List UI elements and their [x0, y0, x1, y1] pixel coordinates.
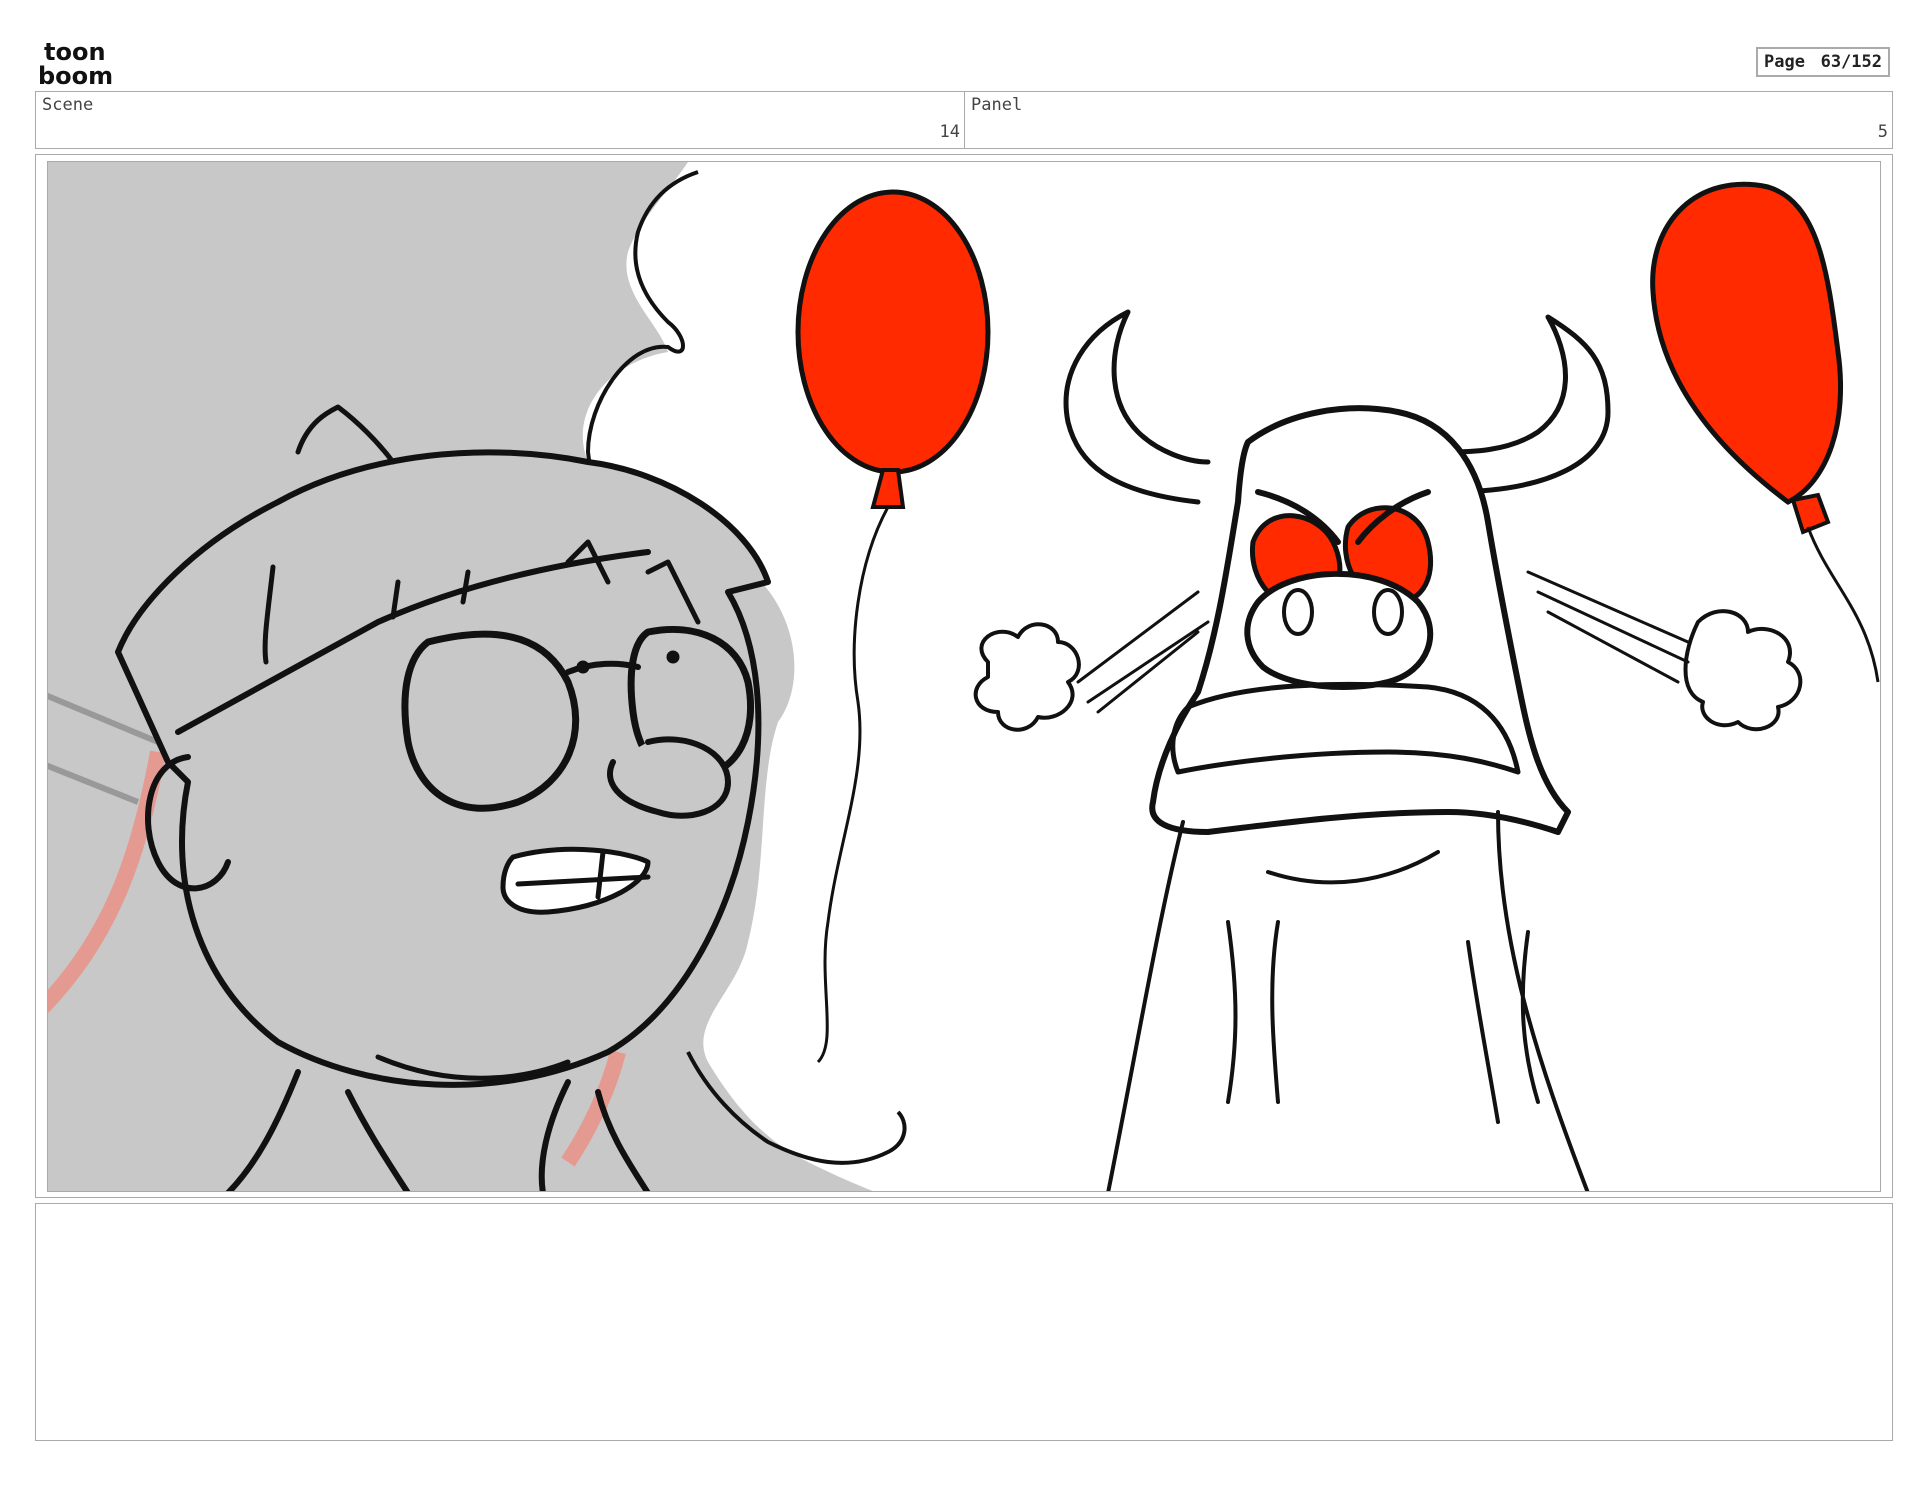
scene-value: 14	[939, 122, 960, 142]
red-balloon-right	[1650, 181, 1880, 683]
boy-pupil-right	[666, 650, 680, 664]
storyboard-drawing	[48, 162, 1880, 1191]
panel-notes-area[interactable]	[35, 1203, 1893, 1441]
scene-cell: Scene 14	[36, 92, 965, 148]
logo-text-bottom: boom	[38, 62, 113, 88]
page-label: Page	[1764, 52, 1805, 72]
bull-steam-left	[973, 622, 1081, 732]
bull-snout	[1244, 570, 1434, 690]
boy-pupil-left	[576, 660, 590, 674]
red-balloon-left	[795, 189, 991, 1064]
bull-steam-right	[1683, 609, 1803, 732]
scene-label: Scene	[42, 95, 94, 115]
toon-boom-logo: toon boom	[38, 38, 113, 88]
bull-horn-left	[1063, 309, 1211, 505]
bull-character	[973, 309, 1803, 1191]
panel-label: Panel	[971, 95, 1023, 115]
storyboard-frame	[47, 161, 1881, 1192]
bull-steam-lines-left	[1076, 590, 1210, 714]
panel-cell: Panel 5	[965, 92, 1892, 148]
bull-steam-lines-right	[1526, 570, 1690, 684]
bull-neck	[1106, 810, 1590, 1191]
scene-panel-header: Scene 14 Panel 5	[35, 91, 1893, 149]
page-indicator: Page 63/152	[1756, 47, 1890, 77]
panel-value: 5	[1877, 122, 1888, 142]
page-value: 63/152	[1820, 52, 1882, 72]
